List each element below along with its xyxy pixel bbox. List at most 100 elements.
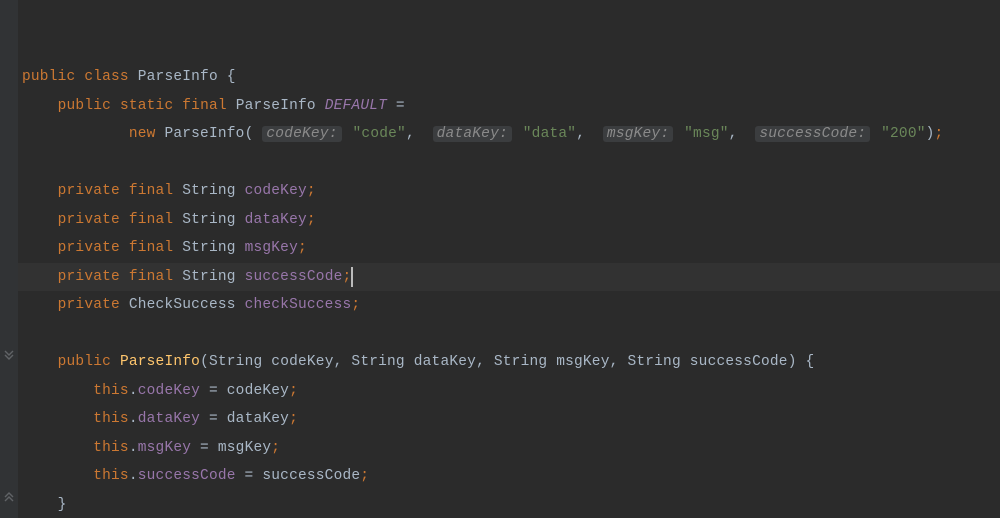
param-successcode: successCode bbox=[690, 354, 788, 370]
op-eq: = bbox=[200, 411, 227, 427]
type-string: String bbox=[182, 269, 235, 285]
keyword-static: static bbox=[120, 98, 173, 114]
code-line[interactable]: public class ParseInfo { bbox=[18, 63, 1000, 92]
keyword-this: this bbox=[93, 411, 129, 427]
local-ref: codeKey bbox=[227, 383, 289, 399]
comma: , bbox=[576, 126, 594, 142]
string-literal: "200" bbox=[881, 126, 926, 142]
keyword-final: final bbox=[129, 240, 174, 256]
semi: ; bbox=[271, 440, 280, 456]
type-string: String bbox=[182, 183, 235, 199]
comma: , bbox=[476, 354, 494, 370]
collapse-icon[interactable] bbox=[2, 490, 16, 504]
type-checksuccess: CheckSuccess bbox=[129, 297, 236, 313]
param-datakey: dataKey bbox=[414, 354, 476, 370]
keyword-new: new bbox=[129, 126, 156, 142]
local-ref: successCode bbox=[262, 468, 360, 484]
semi: ; bbox=[298, 240, 307, 256]
keyword-final: final bbox=[182, 98, 227, 114]
keyword-final: final bbox=[129, 212, 174, 228]
op-eq: = bbox=[191, 440, 218, 456]
code-line[interactable] bbox=[18, 320, 1000, 349]
code-line[interactable] bbox=[18, 35, 1000, 64]
comma: , bbox=[334, 354, 352, 370]
op-eq: = bbox=[236, 468, 263, 484]
field-codekey: codeKey bbox=[245, 183, 307, 199]
editor-gutter bbox=[0, 0, 18, 518]
lparen: ( bbox=[245, 126, 254, 142]
brace-close: } bbox=[58, 497, 67, 513]
dot: . bbox=[129, 383, 138, 399]
code-line[interactable]: this.codeKey = codeKey; bbox=[18, 377, 1000, 406]
lparen: ( bbox=[200, 354, 209, 370]
param-hint-successcode: successCode: bbox=[755, 126, 870, 142]
rparen: ) bbox=[788, 354, 797, 370]
semi: ; bbox=[307, 183, 316, 199]
code-line[interactable]: private final String msgKey; bbox=[18, 234, 1000, 263]
ctor-name: ParseInfo bbox=[120, 354, 200, 370]
code-line[interactable] bbox=[18, 149, 1000, 178]
keyword-private: private bbox=[58, 212, 120, 228]
keyword-final: final bbox=[129, 269, 174, 285]
param-type: String bbox=[351, 354, 404, 370]
override-icon[interactable] bbox=[2, 348, 16, 362]
code-line[interactable] bbox=[18, 6, 1000, 35]
field-msgkey: msgKey bbox=[245, 240, 298, 256]
semi: ; bbox=[289, 411, 298, 427]
ctor-call: ParseInfo bbox=[164, 126, 244, 142]
op-eq: = bbox=[200, 383, 227, 399]
rparen: ) bbox=[926, 126, 935, 142]
comma: , bbox=[729, 126, 747, 142]
text-caret bbox=[351, 267, 353, 287]
keyword-this: this bbox=[93, 468, 129, 484]
code-area[interactable]: public class ParseInfo { public static f… bbox=[18, 0, 1000, 518]
keyword-private: private bbox=[58, 269, 120, 285]
keyword-this: this bbox=[93, 440, 129, 456]
param-type: String bbox=[494, 354, 547, 370]
keyword-public: public bbox=[58, 354, 111, 370]
dot: . bbox=[129, 468, 138, 484]
code-line[interactable]: public static final ParseInfo DEFAULT = bbox=[18, 92, 1000, 121]
keyword-private: private bbox=[58, 183, 120, 199]
param-codekey: codeKey bbox=[271, 354, 333, 370]
param-msgkey: msgKey bbox=[556, 354, 609, 370]
constant-default: DEFAULT bbox=[325, 98, 387, 114]
keyword-public: public bbox=[58, 98, 111, 114]
keyword-class: class bbox=[84, 69, 129, 85]
param-hint-codekey: codeKey: bbox=[262, 126, 341, 142]
type-string: String bbox=[182, 212, 235, 228]
class-name: ParseInfo bbox=[138, 69, 218, 85]
brace: { bbox=[797, 354, 815, 370]
code-line[interactable]: private CheckSuccess checkSuccess; bbox=[18, 291, 1000, 320]
semi: ; bbox=[289, 383, 298, 399]
field-datakey: dataKey bbox=[245, 212, 307, 228]
string-literal: "data" bbox=[523, 126, 576, 142]
code-line-current[interactable]: private final String successCode; bbox=[18, 263, 1000, 292]
param-type: String bbox=[209, 354, 262, 370]
code-line[interactable]: } bbox=[18, 491, 1000, 518]
type-string: String bbox=[182, 240, 235, 256]
keyword-public: public bbox=[22, 69, 75, 85]
keyword-final: final bbox=[129, 183, 174, 199]
code-line[interactable]: this.dataKey = dataKey; bbox=[18, 405, 1000, 434]
field-ref: msgKey bbox=[138, 440, 191, 456]
code-editor[interactable]: public class ParseInfo { public static f… bbox=[0, 0, 1000, 518]
code-line[interactable]: private final String dataKey; bbox=[18, 206, 1000, 235]
semi: ; bbox=[360, 468, 369, 484]
semi: ; bbox=[351, 297, 360, 313]
param-type: String bbox=[627, 354, 680, 370]
code-line[interactable]: this.successCode = successCode; bbox=[18, 462, 1000, 491]
code-line[interactable]: public ParseInfo(String codeKey, String … bbox=[18, 348, 1000, 377]
code-line[interactable]: this.msgKey = msgKey; bbox=[18, 434, 1000, 463]
semi: ; bbox=[343, 269, 352, 285]
param-hint-datakey: dataKey: bbox=[433, 126, 512, 142]
dot: . bbox=[129, 440, 138, 456]
code-line[interactable]: new ParseInfo( codeKey: "code", dataKey:… bbox=[18, 120, 1000, 149]
field-ref: dataKey bbox=[138, 411, 200, 427]
type: ParseInfo bbox=[236, 98, 316, 114]
op-eq: = bbox=[387, 98, 405, 114]
field-successcode: successCode bbox=[245, 269, 343, 285]
string-literal: "code" bbox=[353, 126, 406, 142]
code-line[interactable]: private final String codeKey; bbox=[18, 177, 1000, 206]
field-checksuccess: checkSuccess bbox=[245, 297, 352, 313]
